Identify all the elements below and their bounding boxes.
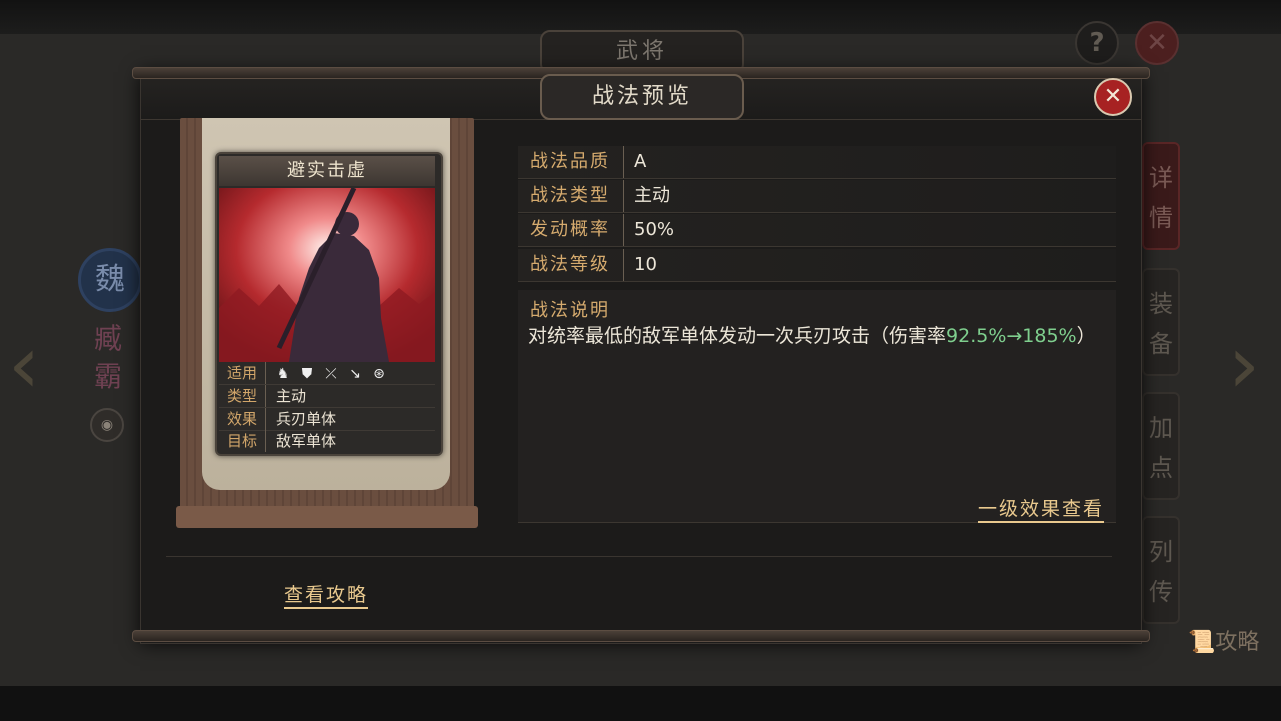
sound-icon[interactable]: ◉: [90, 408, 124, 442]
card-row-key: 目标: [219, 430, 266, 452]
attr-probability: 发动概率 50%: [518, 214, 1116, 247]
attr-value: 主动: [634, 185, 670, 206]
attr-quality: 战法品质 A: [518, 146, 1116, 179]
previous-hero-arrow-icon[interactable]: ‹: [8, 325, 40, 405]
help-button[interactable]: ?: [1075, 21, 1119, 65]
scroll-base: [176, 506, 478, 528]
modal-close-button[interactable]: ✕: [1094, 78, 1132, 116]
card-row-key: 效果: [219, 408, 266, 430]
next-hero-arrow-icon[interactable]: ›: [1228, 325, 1260, 405]
level-effect-link[interactable]: 一级效果查看: [978, 494, 1105, 523]
siege-icon: ⊛: [373, 365, 385, 382]
card-row-target: 目标 敌军单体: [219, 430, 435, 452]
description-prefix: 对统率最低的敌军单体发动一次兵刃攻击（伤害率: [528, 325, 947, 347]
scroll-icon: 📜: [1188, 630, 1216, 655]
view-guide-link[interactable]: 查看攻略: [284, 580, 369, 609]
tab-points[interactable]: 加点: [1142, 392, 1180, 500]
modal-bottom-frame: [132, 630, 1150, 642]
tab-equipment[interactable]: 装备: [1142, 268, 1180, 376]
card-row-applicable: 适用 ♞ ⛊ ⤫ ↘ ⊛: [219, 362, 435, 385]
description-text: 对统率最低的敌军单体发动一次兵刃攻击（伤害率92.5%→185%）: [528, 320, 1108, 352]
cavalry-icon: ♞: [276, 365, 290, 382]
modal-title: 战法预览: [540, 74, 744, 120]
attr-key: 战法类型: [518, 180, 624, 212]
attr-key: 战法品质: [518, 146, 624, 178]
background-guide-label: 攻略: [1215, 630, 1260, 655]
card-row-value: 主动: [276, 387, 307, 405]
spear-icon: ↘: [349, 365, 361, 382]
background-close-button[interactable]: ✕: [1135, 21, 1179, 65]
card-row-key: 适用: [219, 362, 266, 384]
hero-name: 臧霸: [93, 322, 122, 393]
attr-key: 战法等级: [518, 249, 624, 281]
attr-type: 战法类型 主动: [518, 180, 1116, 213]
bow-icon: ⤫: [325, 365, 337, 382]
skill-card-title: 避实击虚: [219, 156, 435, 186]
description-title: 战法说明: [530, 300, 610, 321]
tab-biography[interactable]: 列传: [1142, 516, 1180, 624]
tab-details[interactable]: 详情: [1142, 142, 1180, 250]
faction-emblem: 魏: [78, 248, 142, 312]
attr-level: 战法等级 10: [518, 249, 1116, 282]
card-row-type: 类型 主动: [219, 385, 435, 408]
description-suffix: ）: [1076, 325, 1096, 347]
skill-card-art: [219, 188, 435, 362]
modal-divider: [166, 556, 1112, 557]
card-row-value: 兵刃单体: [276, 410, 337, 428]
bottom-bar: [0, 686, 1281, 721]
background-guide-button[interactable]: 📜攻略: [1188, 624, 1259, 656]
card-row-value: 敌军单体: [276, 432, 337, 450]
damage-rate-highlight: 92.5%→185%: [946, 325, 1077, 347]
attr-value: A: [634, 151, 647, 172]
attr-value: 50%: [634, 219, 675, 240]
card-row-key: 类型: [219, 385, 266, 407]
card-row-effect: 效果 兵刃单体: [219, 408, 435, 431]
attr-key: 发动概率: [518, 214, 624, 246]
attr-value: 10: [634, 254, 657, 275]
shield-icon: ⛊: [301, 365, 313, 382]
